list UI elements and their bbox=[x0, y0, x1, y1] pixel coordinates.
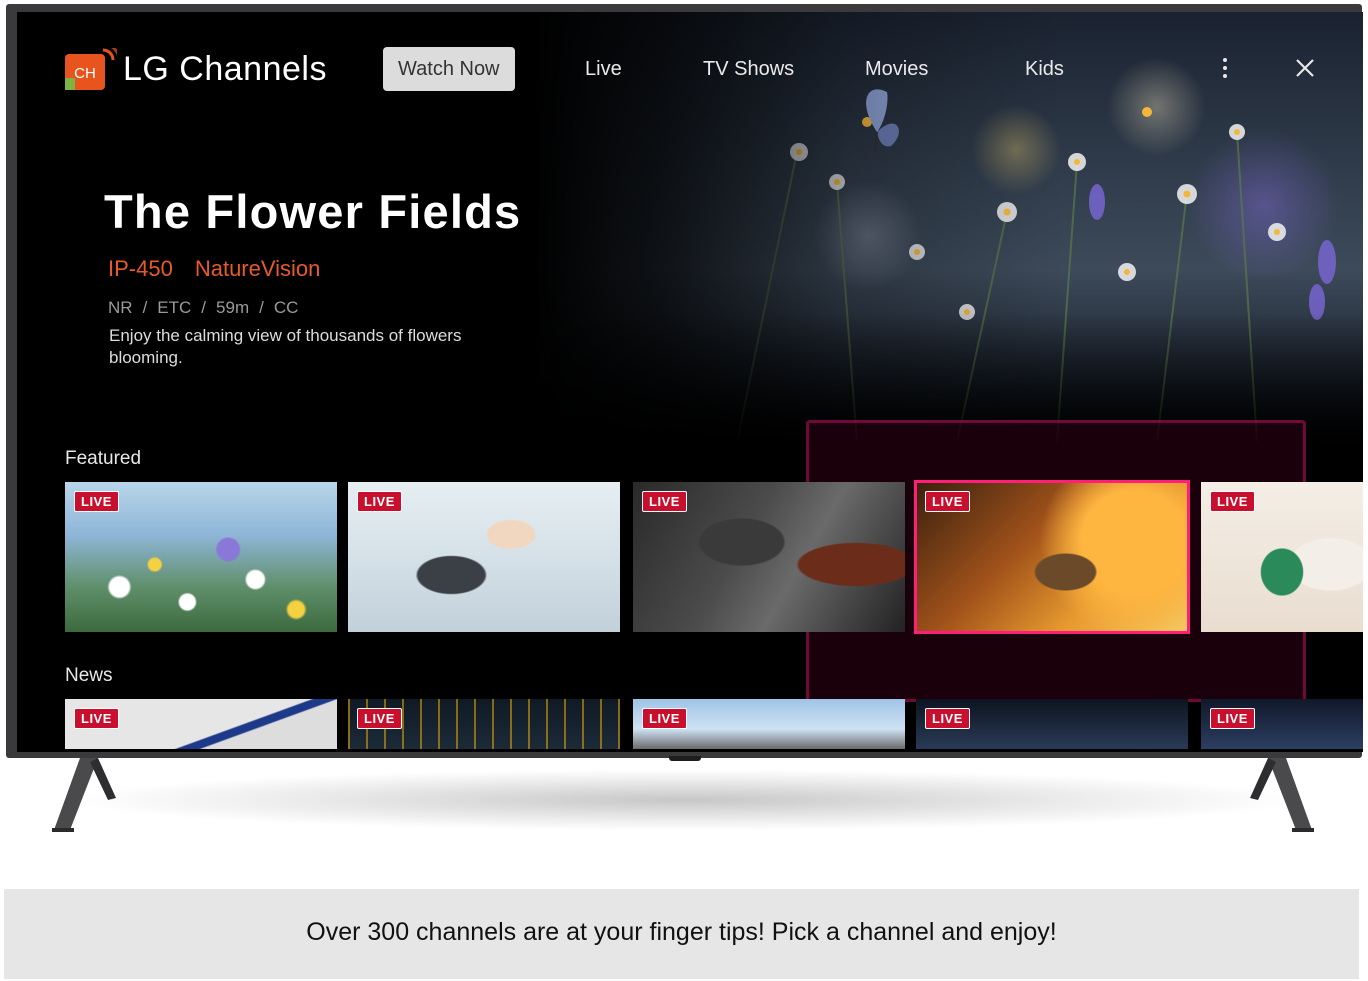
tab-tv-shows[interactable]: TV Shows bbox=[703, 47, 794, 91]
live-badge: LIVE bbox=[1210, 708, 1255, 729]
tv-stand-right bbox=[1250, 758, 1314, 832]
live-badge: LIVE bbox=[74, 708, 119, 729]
featured-tile-dog[interactable]: LIVE bbox=[1201, 482, 1363, 632]
tv-stand-left bbox=[52, 758, 116, 832]
caption-text: Over 300 channels are at your finger tip… bbox=[306, 918, 1057, 946]
meta-separator: / bbox=[259, 298, 264, 317]
meta-captions: CC bbox=[273, 298, 299, 317]
tab-watch-now[interactable]: Watch Now bbox=[383, 47, 515, 91]
live-badge: LIVE bbox=[74, 491, 119, 512]
meta-rating: NR bbox=[108, 298, 133, 317]
tab-movies[interactable]: Movies bbox=[865, 47, 928, 91]
live-badge: LIVE bbox=[642, 491, 687, 512]
logo-text: CH bbox=[74, 65, 96, 82]
featured-tile-music[interactable]: LIVE bbox=[633, 482, 905, 632]
live-badge: LIVE bbox=[925, 708, 970, 729]
hero-meta: NR / ETC / 59m / CC bbox=[108, 298, 298, 318]
tab-live[interactable]: Live bbox=[585, 47, 622, 91]
tv-bezel: CH LG Channels Watch Now Live TV Shows M… bbox=[6, 4, 1363, 758]
news-tile-1[interactable]: LIVE bbox=[65, 699, 337, 749]
tv-shadow bbox=[80, 770, 1290, 830]
live-badge: LIVE bbox=[925, 491, 970, 512]
meta-separator: / bbox=[142, 298, 148, 317]
meta-time-zone: ETC bbox=[157, 298, 192, 317]
close-icon[interactable] bbox=[1293, 56, 1317, 80]
live-badge: LIVE bbox=[357, 491, 402, 512]
meta-duration: 59m bbox=[216, 298, 250, 317]
hero-title: The Flower Fields bbox=[104, 185, 522, 238]
channel-number: IP-450 bbox=[108, 256, 173, 281]
app-title: LG Channels bbox=[123, 50, 327, 88]
news-tile-4[interactable]: LIVE bbox=[916, 699, 1188, 749]
featured-tile-astronaut[interactable]: LIVE bbox=[914, 480, 1190, 634]
news-tile-5[interactable]: LIVE bbox=[1201, 699, 1363, 749]
tab-kids[interactable]: Kids bbox=[1025, 47, 1064, 91]
news-tile-2[interactable]: LIVE bbox=[348, 699, 620, 749]
featured-tile-lab[interactable]: LIVE bbox=[348, 482, 620, 632]
meta-separator: / bbox=[201, 298, 207, 317]
hero-channel-info: IP-450 NatureVision bbox=[108, 256, 342, 282]
live-badge: LIVE bbox=[1210, 491, 1255, 512]
channel-name: NatureVision bbox=[194, 256, 321, 281]
row-label-featured: Featured bbox=[65, 448, 142, 469]
hero-description: Enjoy the calming view of thousands of f… bbox=[109, 326, 462, 367]
row-label-news: News bbox=[65, 665, 113, 686]
tv-screen: CH LG Channels Watch Now Live TV Shows M… bbox=[17, 12, 1363, 752]
lg-channels-logo-icon: CH bbox=[65, 48, 117, 90]
tv-sensor-notch bbox=[669, 756, 701, 761]
vertical-dots-icon[interactable] bbox=[1217, 56, 1233, 82]
live-badge: LIVE bbox=[642, 708, 687, 729]
live-badge: LIVE bbox=[357, 708, 402, 729]
news-tile-3[interactable]: LIVE bbox=[633, 699, 905, 749]
featured-tile-flowers[interactable]: LIVE bbox=[65, 482, 337, 632]
caption-bar: Over 300 channels are at your finger tip… bbox=[4, 889, 1359, 979]
